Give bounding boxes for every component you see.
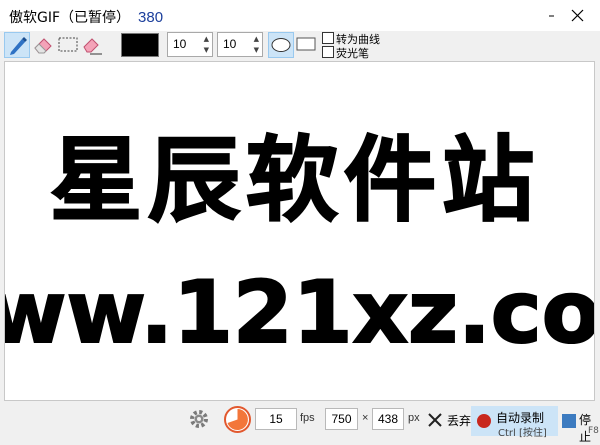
settings-button[interactable]	[186, 406, 212, 432]
stepper-up-icon[interactable]: ▲	[254, 35, 259, 43]
auto-record-shortcut: Ctrl [按住]	[498, 428, 547, 439]
eraser-line-icon	[83, 38, 102, 55]
discard-button[interactable]: 丢弃	[425, 406, 471, 434]
width-value: 750	[331, 412, 352, 426]
frame-count: 380	[138, 9, 164, 26]
eraser-icon	[34, 38, 52, 54]
checkbox-box[interactable]	[322, 32, 334, 44]
dial-icon	[224, 406, 251, 433]
drawing-toolbar: 10 ▲ ▼ 10 ▲ ▼ 转为曲线 荧光笔	[0, 31, 600, 61]
pen-tool-button[interactable]	[4, 32, 30, 58]
fps-unit-label: fps	[300, 412, 315, 424]
pen-width-stepper[interactable]: 10 ▲ ▼	[167, 32, 213, 57]
gear-icon	[190, 410, 208, 428]
rectangle-tip-button[interactable]	[294, 32, 320, 58]
stop-shortcut: F8	[588, 426, 599, 436]
stop-icon	[562, 414, 576, 428]
close-icon	[571, 9, 584, 22]
pen-height-value: 10	[223, 37, 237, 51]
stepper-down-icon[interactable]: ▼	[254, 46, 259, 54]
drawing-canvas[interactable]: 星辰软件站 www.121xz.com	[0, 61, 600, 401]
record-icon	[477, 414, 491, 428]
stop-button[interactable]: 停止 F8	[560, 406, 600, 444]
ellipse-tip-button[interactable]	[268, 32, 294, 58]
px-unit-label: px	[408, 412, 420, 424]
pen-height-stepper[interactable]: 10 ▲ ▼	[217, 32, 263, 57]
frame-rate-dial[interactable]	[223, 405, 252, 434]
fps-input[interactable]: 15	[255, 408, 297, 430]
discard-x-icon	[428, 413, 442, 427]
app-title: 傲软GIF（已暂停）	[9, 10, 131, 26]
stepper-up-icon[interactable]: ▲	[204, 35, 209, 43]
close-button[interactable]	[554, 0, 600, 31]
status-bar: 15 fps 750 × 438 px 丢弃 自动录制 Ctrl [按住] 停止…	[0, 403, 600, 444]
eraser-tool-button[interactable]	[31, 32, 57, 58]
width-input[interactable]: 750	[325, 408, 358, 430]
pen-color-swatch[interactable]	[121, 33, 159, 57]
dashed-rectangle-icon	[58, 37, 78, 52]
pen-icon	[10, 37, 27, 55]
title-bar: 傲软GIF（已暂停） 380	[0, 0, 600, 31]
handwritten-drawing: 星辰软件站 www.121xz.com	[0, 126, 600, 364]
height-input[interactable]: 438	[372, 408, 404, 430]
window-title: 傲软GIF（已暂停） 380	[9, 7, 163, 27]
erase-line-button[interactable]	[80, 32, 106, 58]
minimize-icon	[549, 15, 554, 17]
rectangle-icon	[296, 37, 316, 51]
height-value: 438	[377, 412, 399, 426]
handwritten-line-2: www.121xz.com	[5, 263, 594, 363]
minimize-button[interactable]	[508, 0, 554, 31]
highlighter-checkbox[interactable]: 荧光笔	[322, 45, 369, 61]
discard-label: 丢弃	[447, 414, 472, 428]
fps-value: 15	[269, 412, 283, 426]
times-label: ×	[362, 412, 369, 424]
highlighter-label: 荧光笔	[336, 47, 369, 60]
stepper-down-icon[interactable]: ▼	[204, 46, 209, 54]
auto-record-button[interactable]: 自动录制 Ctrl [按住]	[471, 406, 558, 439]
checkbox-box[interactable]	[322, 46, 334, 58]
rectangle-select-button[interactable]	[56, 32, 82, 58]
ellipse-icon	[271, 38, 291, 52]
handwritten-line-1: 星辰软件站	[50, 127, 540, 234]
pen-width-value: 10	[173, 37, 187, 51]
